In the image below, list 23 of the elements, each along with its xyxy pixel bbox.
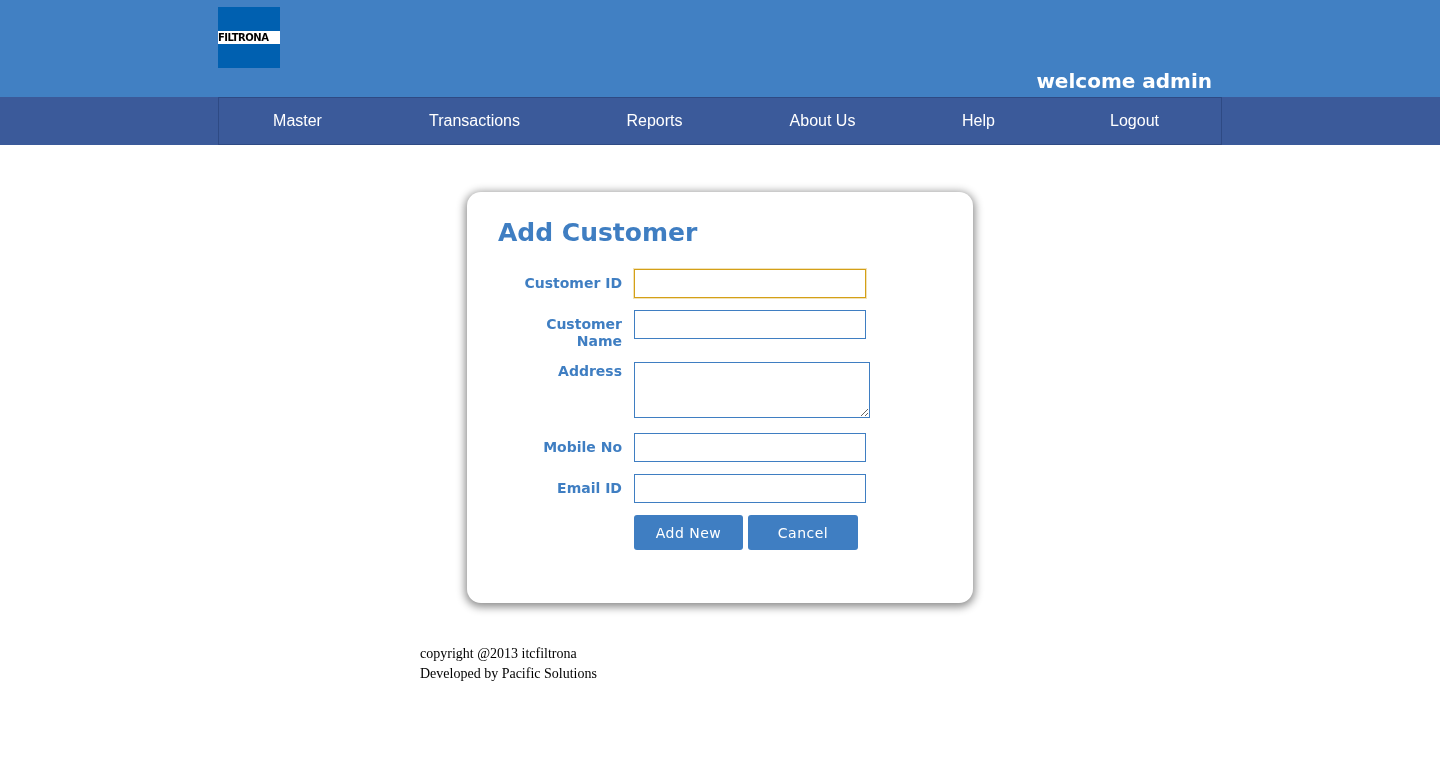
input-field[interactable] xyxy=(634,474,866,503)
input-field[interactable] xyxy=(634,433,866,462)
footer-text: Developed by Pacific Solutions xyxy=(420,666,597,681)
field-label: Email ID xyxy=(556,479,622,497)
form-button[interactable]: Add New xyxy=(634,515,743,550)
nav-link[interactable]: Master xyxy=(219,98,376,144)
input-field[interactable] xyxy=(634,269,866,298)
field-label: Customer ID xyxy=(523,274,622,292)
field-label: Customer Name xyxy=(545,315,622,350)
nav-link[interactable]: About Us xyxy=(736,98,909,144)
nav-link[interactable]: Transactions xyxy=(376,98,573,144)
nav-link[interactable]: Help xyxy=(909,98,1048,144)
welcome-text: welcome admin xyxy=(1036,69,1212,93)
address-field[interactable] xyxy=(634,362,870,418)
form-title: Add Customer xyxy=(498,218,699,247)
input-field[interactable] xyxy=(634,310,866,339)
form-button[interactable]: Cancel xyxy=(748,515,858,550)
field-label: Address xyxy=(557,362,622,380)
field-label: Mobile No xyxy=(542,438,622,456)
nav-link[interactable]: Logout xyxy=(1048,98,1221,144)
nav-link[interactable]: Reports xyxy=(573,98,736,144)
footer-text: copyright @2013 itcfiltrona xyxy=(420,646,577,661)
logo: FILTRONA xyxy=(218,7,280,68)
